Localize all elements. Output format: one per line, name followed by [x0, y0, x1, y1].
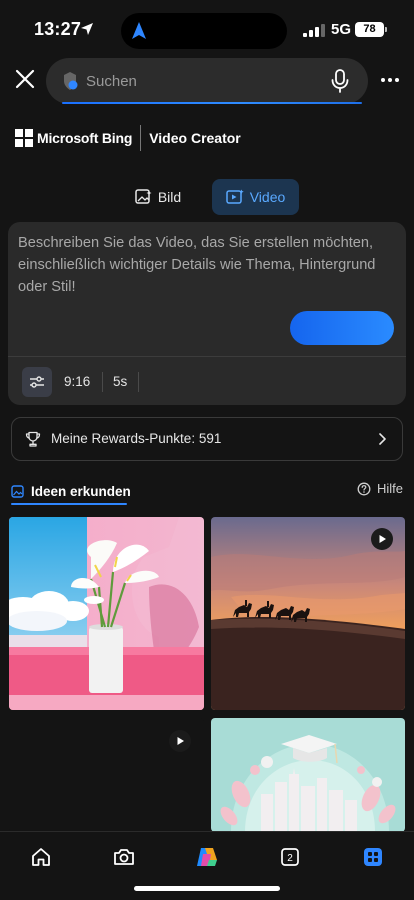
- explore-tab-indicator: [11, 503, 127, 505]
- dynamic-island: [121, 13, 287, 49]
- tab-bild[interactable]: Bild: [124, 179, 192, 215]
- network-type: 5G: [331, 21, 352, 38]
- nav-tabs[interactable]: 2: [277, 844, 303, 870]
- option-divider: [102, 372, 103, 392]
- image-icon: [135, 188, 152, 204]
- navigation-arrow-icon: [132, 22, 146, 39]
- rewards-row[interactable]: Meine Rewards-Punkte: 591: [11, 417, 403, 461]
- idea-tile-desert-camels[interactable]: [211, 517, 405, 710]
- prompt-divider: [8, 356, 406, 357]
- copilot-icon: [197, 848, 217, 866]
- tabs-count: 2: [287, 853, 293, 864]
- create-button[interactable]: [290, 311, 394, 345]
- tab-ideen-erkunden[interactable]: Ideen erkunden: [11, 480, 131, 502]
- explore-tab-label: Ideen erkunden: [31, 483, 131, 499]
- tab-video-label: Video: [249, 189, 286, 205]
- nav-home[interactable]: [28, 844, 54, 870]
- play-icon: [379, 535, 386, 543]
- nav-camera[interactable]: [111, 844, 137, 870]
- trophy-icon: [25, 431, 41, 447]
- nav-copilot[interactable]: [194, 844, 220, 870]
- tab-bild-label: Bild: [157, 189, 182, 205]
- search-progress-bar: [62, 102, 362, 104]
- sliders-icon: [30, 376, 44, 388]
- help-icon: [357, 482, 371, 495]
- apps-icon: [364, 848, 382, 866]
- play-icon: [177, 737, 184, 745]
- brand-header: Microsoft Bing Video Creator: [15, 124, 241, 152]
- brand-divider: [140, 125, 142, 151]
- gallery-icon: [11, 484, 24, 498]
- prompt-card: Beschreiben Sie das Video, das Sie erste…: [8, 222, 406, 405]
- search-bar[interactable]: [46, 58, 368, 104]
- nav-apps[interactable]: [360, 844, 386, 870]
- help-link[interactable]: Hilfe: [357, 481, 403, 496]
- aspect-ratio-option[interactable]: 9:16: [64, 374, 90, 389]
- idea-tile-calla-lilies[interactable]: [9, 517, 204, 710]
- duration-option[interactable]: 5s: [113, 374, 127, 389]
- camera-icon: [114, 849, 134, 865]
- battery-indicator: 78: [355, 22, 387, 37]
- home-icon: [32, 848, 50, 866]
- tabs-icon: 2: [281, 848, 299, 866]
- status-bar: 13:27 5G 78: [0, 0, 414, 56]
- microsoft-logo-icon: [15, 129, 33, 147]
- play-button[interactable]: [169, 730, 191, 752]
- search-input[interactable]: [86, 58, 316, 104]
- home-indicator: [134, 886, 280, 891]
- chevron-right-icon: [379, 433, 386, 445]
- tab-video[interactable]: Video: [212, 179, 299, 215]
- graduation-paper-art-image: [211, 718, 405, 832]
- prompt-input[interactable]: Beschreiben Sie das Video, das Sie erste…: [18, 232, 388, 298]
- rewards-label: Meine Rewards-Punkte: 591: [51, 431, 222, 446]
- close-icon[interactable]: [12, 66, 38, 92]
- microphone-icon[interactable]: [330, 69, 350, 93]
- brand-product: Video Creator: [149, 130, 241, 146]
- status-time: 13:27: [34, 19, 82, 39]
- brand-company: Microsoft Bing: [37, 130, 133, 146]
- option-divider: [138, 372, 139, 392]
- calla-lilies-image: [9, 517, 204, 710]
- video-icon: [225, 189, 244, 204]
- location-arrow-icon: [81, 23, 93, 35]
- cellular-signal-icon: [303, 24, 325, 37]
- settings-button[interactable]: [22, 367, 52, 397]
- idea-tile-dark-video[interactable]: [9, 718, 204, 832]
- idea-tile-graduation[interactable]: [211, 718, 405, 832]
- more-options-icon[interactable]: [378, 68, 402, 92]
- privacy-shield-icon: [64, 72, 78, 90]
- play-button[interactable]: [371, 528, 393, 550]
- help-label: Hilfe: [377, 481, 404, 496]
